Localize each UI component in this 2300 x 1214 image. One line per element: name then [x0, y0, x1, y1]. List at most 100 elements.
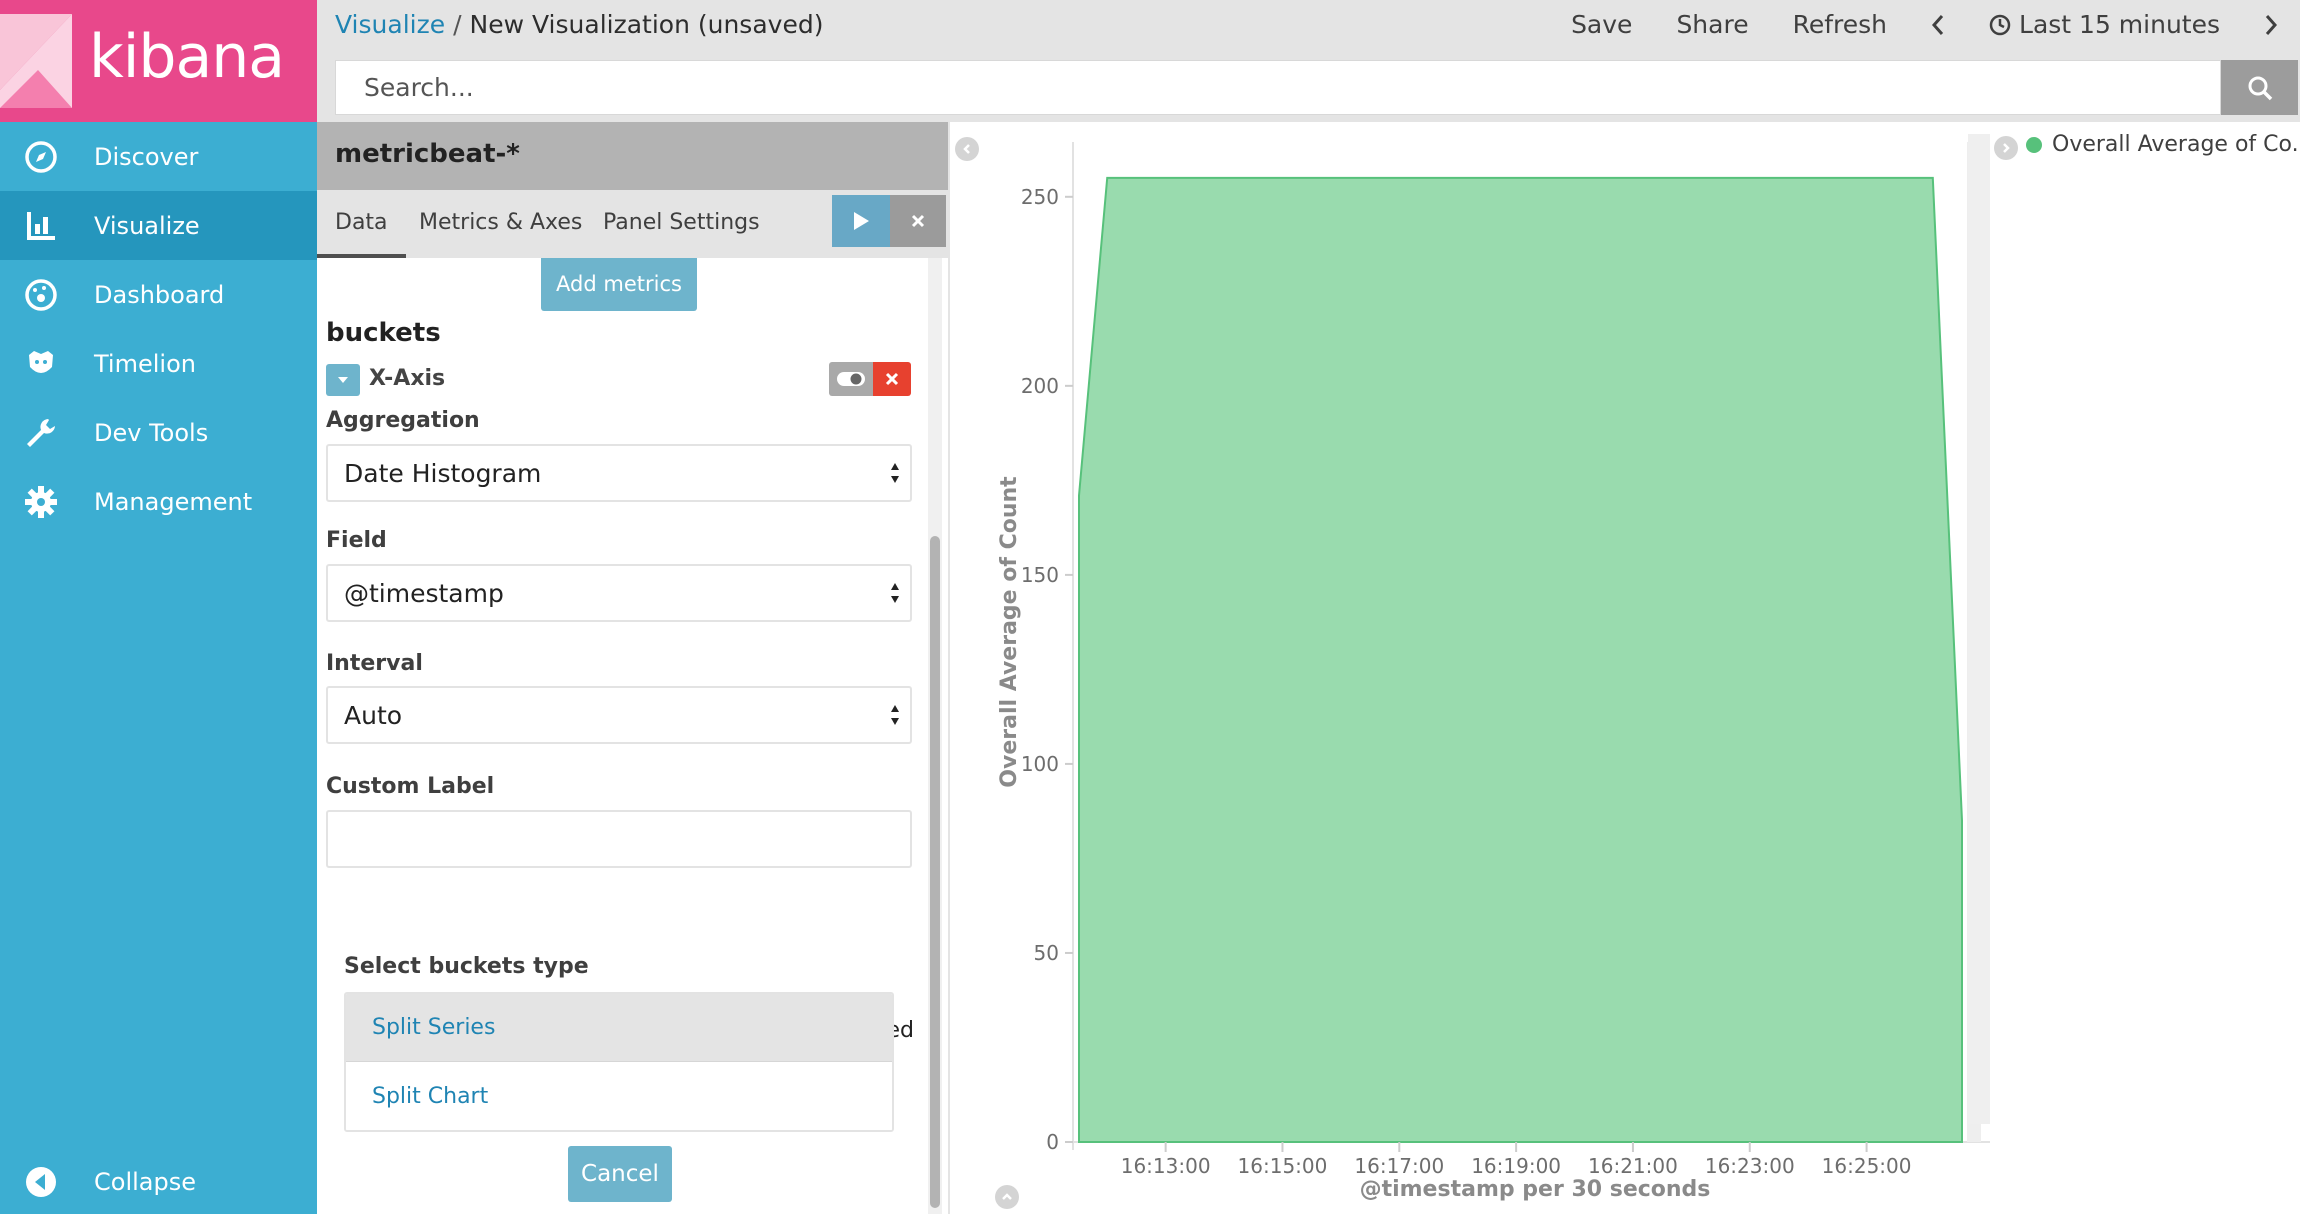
sidebar-item-dashboard[interactable]: Dashboard — [0, 260, 317, 329]
y-tick-label: 50 — [1034, 941, 1059, 965]
search-bar — [335, 60, 2221, 115]
kibana-logo-mark-icon — [0, 14, 72, 108]
dashboard-icon — [25, 278, 57, 311]
x-tick-label: 16:17:00 — [1354, 1154, 1444, 1178]
select-caret-icon — [891, 583, 899, 603]
collapse-label: Collapse — [94, 1167, 196, 1196]
interval-label: Interval — [326, 651, 423, 676]
refresh-button[interactable]: Refresh — [1793, 10, 1887, 39]
y-tick-label: 150 — [1021, 563, 1059, 587]
x-tick-label: 16:21:00 — [1588, 1154, 1678, 1178]
kibana-logo[interactable]: kibana — [0, 0, 317, 122]
sidebar-item-label: Visualize — [94, 211, 200, 240]
chevron-right-icon[interactable] — [2264, 13, 2278, 37]
sidebar-item-label: Timelion — [94, 349, 196, 378]
chart-legend: Overall Average of Co... — [2026, 132, 2300, 157]
select-caret-icon — [891, 463, 899, 483]
sidebar-item-timelion[interactable]: Timelion — [0, 329, 317, 398]
y-axis-title: Overall Average of Count — [997, 476, 1022, 788]
sidebar-item-label: Management — [94, 487, 253, 516]
x-tick-label: 16:19:00 — [1471, 1154, 1561, 1178]
play-icon — [854, 212, 869, 230]
save-button[interactable]: Save — [1571, 10, 1632, 39]
sidebar-item-dev-tools[interactable]: Dev Tools — [0, 398, 317, 467]
cancel-button[interactable]: Cancel — [568, 1146, 672, 1202]
tab-metrics-axes[interactable]: Metrics & Axes — [419, 190, 582, 258]
apply-changes-button[interactable] — [832, 195, 890, 247]
add-metrics-button[interactable]: Add metrics — [541, 258, 697, 311]
breadcrumb-current: New Visualization (unsaved) — [469, 10, 824, 39]
toggle-legend-button[interactable] — [1994, 136, 2018, 160]
chevron-left-icon — [963, 144, 970, 154]
custom-label-input[interactable] — [328, 812, 910, 866]
x-tick-label: 16:15:00 — [1238, 1154, 1328, 1178]
chevron-left-icon[interactable] — [1931, 13, 1945, 37]
search-button[interactable] — [2221, 60, 2298, 115]
editor-body: Add metrics buckets X-Axis Aggregation D… — [317, 258, 937, 1214]
bucket-type-split-series[interactable]: Split Series — [346, 994, 892, 1062]
aggregation-label: Aggregation — [326, 408, 480, 433]
sidebar-item-label: Dev Tools — [94, 418, 209, 447]
select-bucket-type-heading: Select buckets type — [344, 954, 589, 979]
breadcrumb-visualize-link[interactable]: Visualize — [335, 10, 445, 39]
bucket-enable-toggle[interactable] — [829, 362, 873, 396]
share-button[interactable]: Share — [1676, 10, 1748, 39]
toggle-spy-button[interactable] — [995, 1185, 1019, 1209]
chart-area: 0 50 100 150 200 250 16:13:00 16:15:00 16:17:00 1… — [950, 122, 2300, 1214]
search-icon — [2248, 76, 2272, 100]
editor-scrollbar-thumb[interactable] — [930, 536, 940, 1208]
sidebar-item-discover[interactable]: Discover — [0, 122, 317, 191]
top-bar: Visualize / New Visualization (unsaved) Sa… — [317, 0, 2300, 122]
y-tick-label: 0 — [1046, 1130, 1059, 1154]
sidebar-item-management[interactable]: Management — [0, 467, 317, 536]
buckets-heading: buckets — [326, 318, 441, 348]
series-area — [1078, 176, 1963, 1143]
y-tick-label: 200 — [1021, 374, 1059, 398]
chevron-right-icon — [2003, 143, 2010, 153]
bucket-title: X-Axis — [369, 366, 446, 391]
x-tick-label: 16:13:00 — [1121, 1154, 1211, 1178]
collapse-editor-button[interactable] — [955, 137, 979, 161]
time-range-label: Last 15 minutes — [2019, 10, 2220, 39]
select-caret-icon — [891, 705, 899, 725]
field-value: @timestamp — [344, 579, 504, 608]
sidebar-item-label: Discover — [94, 142, 199, 171]
timelion-icon — [29, 350, 53, 373]
bucket-collapse-toggle[interactable] — [326, 364, 360, 396]
compass-icon — [25, 140, 57, 173]
collapse-button[interactable]: Collapse — [0, 1147, 317, 1214]
field-label: Field — [326, 528, 387, 553]
x-axis-title: @timestamp per 30 seconds — [1360, 1177, 1711, 1202]
legend-track — [1968, 134, 1990, 1124]
chevron-up-icon — [1002, 1193, 1012, 1200]
legend-item-label[interactable]: Overall Average of Co... — [2052, 132, 2300, 157]
legend-dot — [2026, 136, 2042, 153]
breadcrumb-separator: / — [453, 10, 462, 39]
bucket-remove-button[interactable] — [873, 362, 911, 396]
search-input[interactable] — [336, 61, 2220, 114]
tab-data[interactable]: Data — [317, 190, 406, 258]
discard-changes-button[interactable] — [890, 195, 946, 247]
collapse-icon — [26, 1166, 56, 1197]
top-actions: Save Share Refresh Last 15 minutes — [1571, 10, 2278, 39]
time-picker[interactable]: Last 15 minutes — [1989, 10, 2220, 39]
y-tick-label: 250 — [1021, 185, 1059, 209]
gear-icon — [25, 485, 57, 518]
area-chart: 0 50 100 150 200 250 16:13:00 16:15:00 16:17:00 1… — [997, 142, 1990, 1202]
y-tick-label: 100 — [1021, 752, 1059, 776]
bucket-type-split-chart[interactable]: Split Chart — [346, 1062, 892, 1130]
logo-text: kibana — [89, 22, 285, 92]
close-icon — [885, 372, 899, 386]
sidebar-item-visualize[interactable]: Visualize — [0, 191, 317, 260]
tab-panel-settings[interactable]: Panel Settings — [603, 190, 760, 258]
editor-panel: metricbeat-* Data Metrics & Axes Panel S… — [317, 122, 950, 1214]
field-select[interactable]: @timestamp — [326, 564, 912, 622]
aggregation-value: Date Histogram — [344, 459, 542, 488]
clock-icon — [1989, 14, 2011, 35]
custom-label-field — [326, 810, 912, 868]
interval-select[interactable]: Auto — [326, 686, 912, 744]
x-tick-label: 16:23:00 — [1705, 1154, 1795, 1178]
aggregation-select[interactable]: Date Histogram — [326, 444, 912, 502]
caret-down-icon — [338, 377, 348, 383]
sidebar: kibana Discover Visualize Dashboard Time… — [0, 0, 317, 1214]
